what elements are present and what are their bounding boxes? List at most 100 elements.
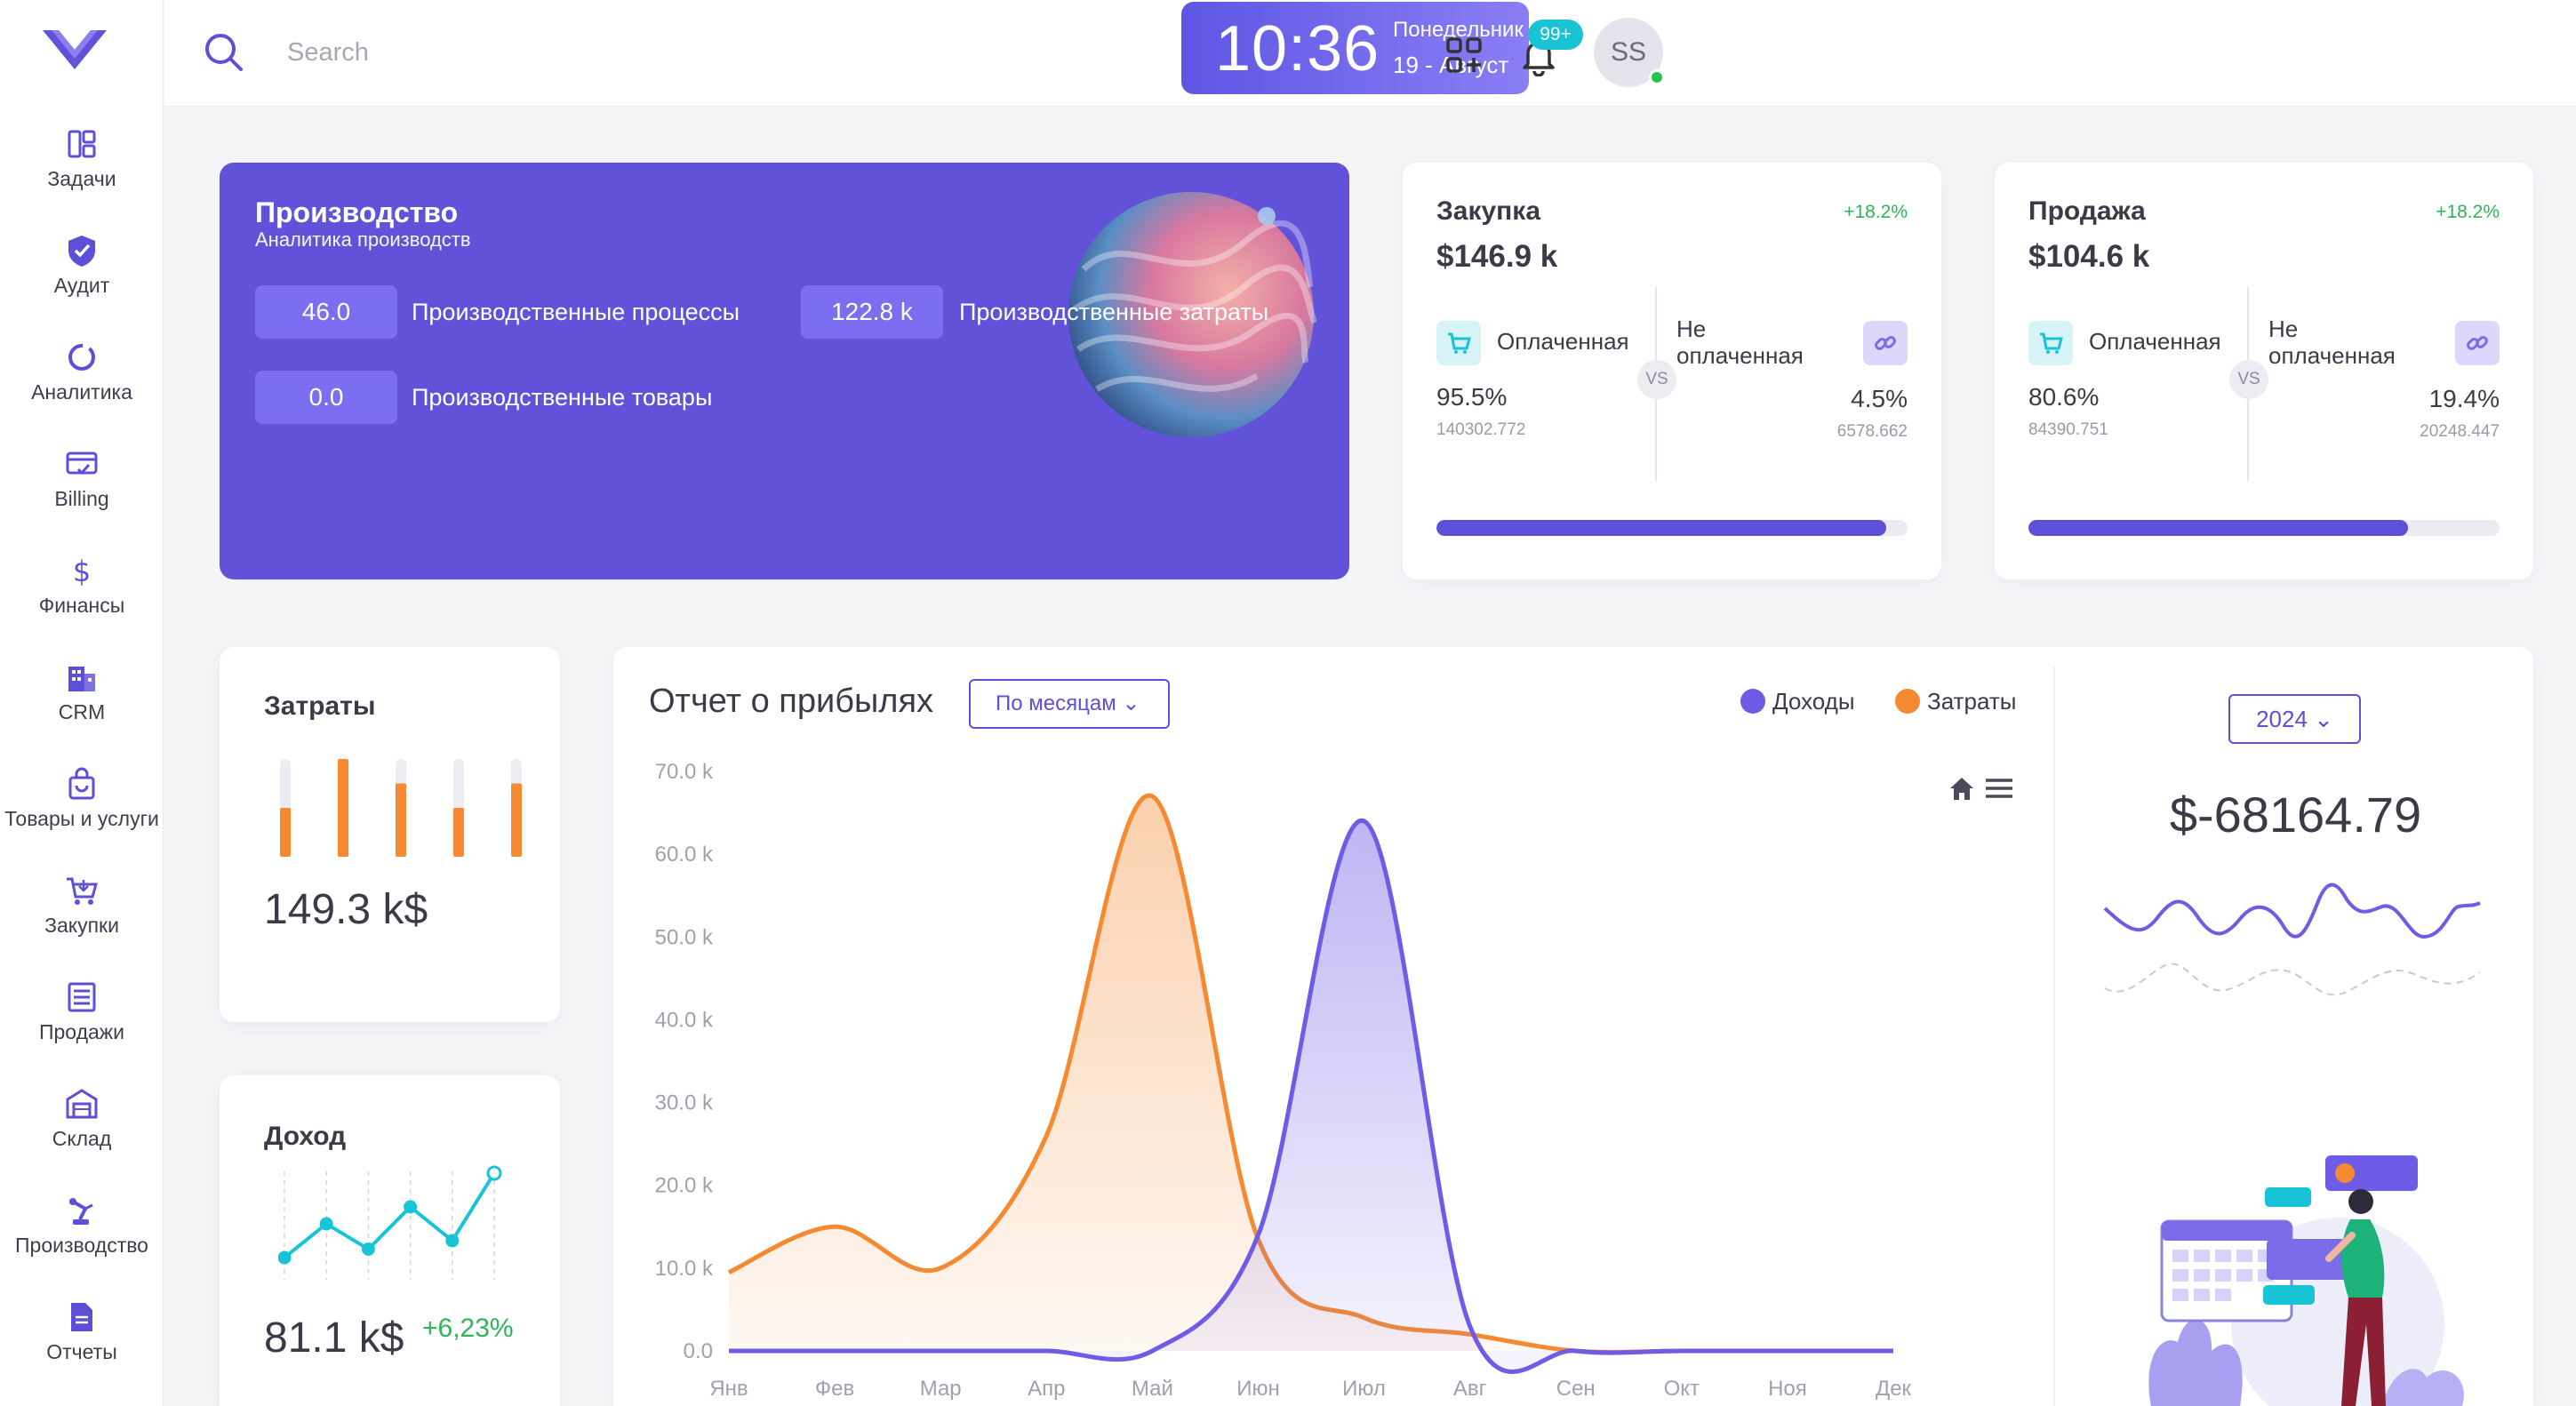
unpaid-label-line2: оплаченная <box>1676 342 1804 369</box>
expenses-bar-chart <box>280 759 522 857</box>
balance-sparkline <box>2103 883 2481 996</box>
sidebar-item-label: Аналитика <box>31 380 132 403</box>
dollar-icon: $ <box>73 555 91 588</box>
sidebar-item-reports[interactable]: Отчеты <box>0 1299 164 1388</box>
expense-bar <box>511 783 522 857</box>
purchases-value: $146.9 k <box>1436 239 1558 274</box>
x-tick-label: Май <box>1132 1377 1173 1401</box>
x-tick-label: Окт <box>1664 1377 1700 1401</box>
sidebar-item-production[interactable]: Производство <box>0 1193 164 1282</box>
sidebar-item-label: Billing <box>54 487 109 510</box>
production-costs-value: 122.8 k <box>801 285 943 339</box>
purchases-progress-bar <box>1436 520 1908 536</box>
balance-baseline <box>2104 963 2481 996</box>
legend-income[interactable]: Доходы <box>1740 688 1855 715</box>
unpaid-label: Не оплаченная <box>2268 316 2396 369</box>
legend-expenses[interactable]: Затраты <box>1895 688 2016 715</box>
vs-badge: VS <box>2229 360 2268 399</box>
paid-percent: 80.6% <box>2028 383 2100 411</box>
sidebar-item-label: Задачи <box>47 167 116 190</box>
production-processes-value: 46.0 <box>255 285 397 339</box>
x-tick-label: Дек <box>1876 1377 1912 1401</box>
sidebar-item-analytics[interactable]: Аналитика <box>0 340 164 428</box>
online-status-dot <box>1649 69 1665 85</box>
document-icon <box>71 1303 92 1331</box>
unpaid-label-line2: оплаченная <box>2268 342 2396 369</box>
search-input[interactable] <box>287 32 643 73</box>
year-select-value: 2024 <box>2256 706 2308 732</box>
profit-area-chart: 0.0 10.0 k 20.0 k 30.0 k 40.0 k 50.0 k 60.0 k 7… <box>655 760 1912 1401</box>
income-sparkline <box>278 1165 502 1280</box>
sales-progress-bar <box>2028 520 2500 536</box>
notification-badge: 99+ <box>1528 20 1583 50</box>
paid-label: Оплаченная <box>1497 328 1629 355</box>
clock-time: 10:36 <box>1215 13 1380 84</box>
sidebar-item-warehouse[interactable]: Склад <box>0 1086 164 1175</box>
legend-income-dot <box>1740 689 1765 714</box>
sidebar-item-purchases[interactable]: Закупки <box>0 873 164 962</box>
expense-bar <box>280 808 291 857</box>
y-tick-label: 10.0 k <box>655 1257 714 1281</box>
production-goods-value: 0.0 <box>255 371 397 424</box>
y-tick-label: 70.0 k <box>655 760 714 784</box>
expense-bar <box>338 759 348 857</box>
x-tick-label: Ноя <box>1768 1377 1807 1401</box>
sidebar-item-label: Производство <box>15 1234 148 1257</box>
warehouse-icon <box>66 1089 98 1119</box>
link-icon <box>2467 336 2488 350</box>
expense-bar <box>453 808 464 857</box>
y-tick-label: 60.0 k <box>655 843 714 867</box>
x-tick-label: Янв <box>709 1377 748 1401</box>
sidebar-item-products[interactable]: Товары и услуги <box>0 766 164 855</box>
sidebar-item-crm[interactable]: CRM <box>0 659 164 748</box>
sidebar-item-finance[interactable]: $ Финансы <box>0 553 164 642</box>
unpaid-label-line1: Не <box>1676 316 1707 342</box>
y-tick-label: 40.0 k <box>655 1008 714 1032</box>
sidebar-item-sales[interactable]: Продажи <box>0 979 164 1068</box>
legend-expenses-dot <box>1895 689 1920 714</box>
unpaid-link-badge[interactable] <box>2455 321 2500 365</box>
sidebar-item-audit[interactable]: Аудит <box>0 233 164 322</box>
legend-expenses-label: Затраты <box>1927 688 2017 715</box>
production-goods-label: Производственные товары <box>412 384 713 411</box>
year-select[interactable]: 2024 ⌄ <box>2228 694 2361 744</box>
paid-cart-badge <box>2028 321 2073 365</box>
sidebar-item-billing[interactable]: Billing <box>0 446 164 535</box>
x-tick-label: Июн <box>1236 1377 1280 1401</box>
income-change: +6,23% <box>422 1314 514 1343</box>
chevron-down-icon: ⌄ <box>1122 691 1140 715</box>
paid-cart-badge <box>1436 321 1481 365</box>
purchases-title: Закупка <box>1436 196 1540 226</box>
search-icon[interactable] <box>200 28 248 76</box>
income-point <box>445 1234 460 1248</box>
sidebar-item-tasks[interactable]: Задачи <box>0 126 164 215</box>
apps-icon[interactable] <box>1444 36 1484 75</box>
sidebar-item-label: Склад <box>52 1127 112 1150</box>
unpaid-link-badge[interactable] <box>1863 321 1908 365</box>
paid-amount: 140302.772 <box>1436 420 1526 439</box>
sales-change: +18.2% <box>2436 202 2500 222</box>
income-point <box>319 1217 333 1231</box>
income-title: Доход <box>264 1122 347 1151</box>
income-card: Доход 81.1 k$ +6,23% <box>220 1075 560 1406</box>
x-tick-label: Фев <box>815 1377 854 1401</box>
billing-icon <box>66 451 98 475</box>
top-bar: 10:36 Понедельник 19 - Август 99+ SS <box>164 0 2576 107</box>
period-select[interactable]: По месяцам ⌄ <box>969 679 1170 729</box>
unpaid-percent: 19.4% <box>2428 385 2500 412</box>
x-tick-label: Июл <box>1342 1377 1386 1401</box>
vs-badge: VS <box>1637 360 1676 399</box>
building-icon <box>68 667 95 691</box>
sales-value: $104.6 k <box>2028 239 2150 274</box>
x-tick-label: Мар <box>920 1377 962 1401</box>
purchases-change: +18.2% <box>1844 202 1908 222</box>
x-tick-label: Апр <box>1028 1377 1065 1401</box>
cart-icon <box>1448 332 1471 354</box>
income-line <box>283 1171 496 1259</box>
income-point <box>278 1250 292 1265</box>
sidebar-item-label: Продажи <box>38 1020 125 1043</box>
sales-card: Продажа +18.2% $104.6 k Оплаченная VS Не… <box>1995 163 2533 579</box>
svg-text:$: $ <box>73 555 91 588</box>
balance-line <box>2103 883 2481 939</box>
app-logo-icon[interactable] <box>39 23 110 76</box>
